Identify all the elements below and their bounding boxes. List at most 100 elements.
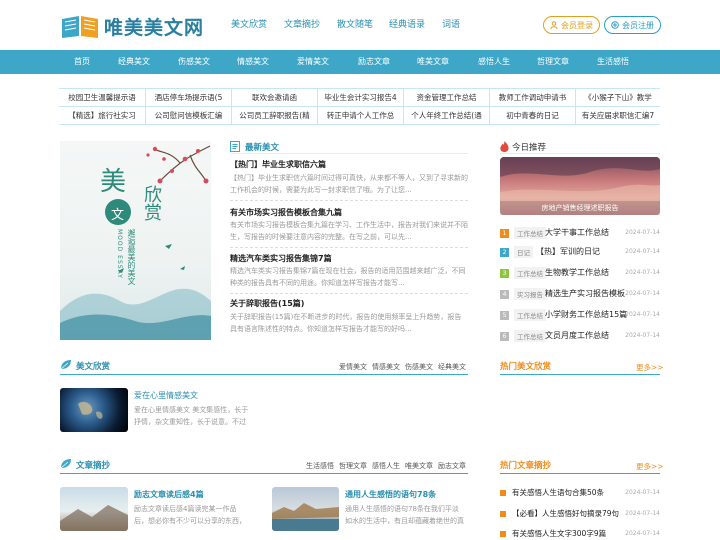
- sublink[interactable]: 经典美文: [438, 362, 466, 372]
- nav-classic[interactable]: 经典美文: [112, 50, 156, 74]
- hot-excerpt-item[interactable]: 有关感悟人生语句合集50条 2024-07-14: [500, 487, 660, 507]
- today-item[interactable]: 1 工作总结 大学干事工作总结 2024-07-14: [500, 224, 660, 244]
- login-button[interactable]: 会员登录: [543, 16, 600, 34]
- quick-link[interactable]: 有关应届求职信汇编7: [575, 107, 660, 125]
- latest-article-title[interactable]: 有关市场实习报告模板合集九篇: [230, 207, 342, 218]
- quick-link[interactable]: 毕业生会计实习报告4: [317, 89, 403, 107]
- bullet: [500, 490, 506, 496]
- today-item[interactable]: 6 工作总结 文员月度工作总结 2024-07-14: [500, 327, 660, 347]
- item-title[interactable]: 精选生产实习报告模板: [545, 288, 625, 299]
- toplink-essay[interactable]: 散文随笔: [337, 17, 373, 30]
- quick-link[interactable]: 公司员工辞职报告(精: [231, 107, 317, 125]
- item-date: 2024-07-14: [625, 311, 660, 318]
- latest-article-title[interactable]: 关于辞职报告(15篇): [230, 298, 304, 309]
- register-button[interactable]: 会员注册: [604, 16, 661, 34]
- quick-link[interactable]: 【精选】旅行社实习: [59, 107, 145, 125]
- login-label: 会员登录: [561, 20, 593, 30]
- nav-inspire[interactable]: 励志文章: [352, 50, 396, 74]
- today-image-caption[interactable]: 房地产销售经理述职报告: [500, 201, 660, 215]
- quick-link[interactable]: 初中青春的日记: [489, 107, 575, 125]
- sublink[interactable]: 情感美文: [372, 362, 400, 372]
- latest-article-title[interactable]: 精选汽车类实习报告集锦7篇: [230, 253, 332, 264]
- more-link[interactable]: 更多>>: [636, 461, 664, 472]
- bullet: [500, 531, 506, 537]
- latest-article-title[interactable]: 【热门】毕业生求职信六篇: [230, 159, 326, 170]
- latest-article-desc: 有关市场实习报告模板合集九篇在学习、工作生活中，报告对我们来说并不陌生，写报告的…: [230, 221, 468, 241]
- earth-thumbnail[interactable]: [60, 388, 128, 432]
- quick-link[interactable]: 转正申请个人工作总: [317, 107, 403, 125]
- nav-love[interactable]: 爱情美文: [291, 50, 335, 74]
- hot-excerpt-item[interactable]: 有关感悟人生文字300字9篇 2024-07-14: [500, 528, 660, 540]
- section-underline: [500, 473, 660, 474]
- excerpt-thumbnail-2[interactable]: [272, 487, 339, 531]
- hot-excerpt-item[interactable]: 【必看】人生感悟好句摘录79句 2024-07-14: [500, 508, 660, 528]
- today-item[interactable]: 2 日记 【热】军训的日记 2024-07-14: [500, 243, 660, 263]
- quick-link[interactable]: 《小猴子下山》教学: [575, 89, 660, 107]
- featured-banner-image[interactable]: 美 文 欣赏 MOOD ESSAY 邂逅最美的美文: [60, 141, 211, 340]
- today-item[interactable]: 5 工作总结 小学财务工作总结15篇 2024-07-14: [500, 306, 660, 326]
- item-tag: 实习报告: [514, 288, 546, 300]
- sublink[interactable]: 励志文章: [438, 461, 466, 471]
- divider: [500, 153, 660, 154]
- rank-number: 6: [500, 332, 509, 341]
- divider: [230, 200, 468, 201]
- divider: [230, 293, 468, 294]
- toplink-quotes[interactable]: 经典语录: [389, 17, 425, 30]
- quick-link[interactable]: 个人年终工作总结(通: [403, 107, 489, 125]
- item-date: 2024-07-14: [625, 248, 660, 255]
- item-title[interactable]: 大学干事工作总结: [545, 227, 609, 238]
- quick-link[interactable]: 校园卫生温馨提示语: [59, 89, 145, 107]
- quick-link[interactable]: 资金管理工作总结: [403, 89, 489, 107]
- toplink-excerpt[interactable]: 文章摘抄: [284, 17, 320, 30]
- today-item[interactable]: 4 实习报告 精选生产实习报告模板 2024-07-14: [500, 285, 660, 305]
- excerpt-article-desc: 励志文章读后感4篇读完某一作品后，想必你有不少可以分享的东西，是时: [134, 505, 246, 525]
- sublink[interactable]: 生活感悟: [306, 461, 334, 471]
- appreciate-article-desc: 爱在心里情感美文 美文集感性，长于抒情，杂文重知性，长于说意。不过: [134, 406, 249, 426]
- site-logo[interactable]: 唯美美文网: [60, 12, 204, 40]
- excerpt-article-title[interactable]: 通用人生感悟的语句78条: [345, 489, 436, 500]
- appreciate-article-title[interactable]: 爱在心里情感美文: [134, 390, 198, 401]
- rank-number: 3: [500, 269, 509, 278]
- quick-link[interactable]: 教师工作调动申请书: [489, 89, 575, 107]
- link-row: 校园卫生温馨提示语 酒店停车场提示语(5 联欢会邀请函 毕业生会计实习报告4 资…: [59, 89, 660, 107]
- item-tag: 日记: [514, 246, 533, 258]
- item-title[interactable]: 文员月度工作总结: [545, 330, 609, 341]
- today-section-title: 今日推荐: [512, 143, 547, 153]
- nav-sad[interactable]: 伤感美文: [172, 50, 216, 74]
- excerpt-article-desc: 通用人生感悟的语句78条在我们平淡如水的生活中，有且却蕴藏着绝世的真: [345, 505, 464, 525]
- nav-living[interactable]: 生活感悟: [591, 50, 635, 74]
- link-row: 【精选】旅行社实习 公司慰问信模板汇编 公司员工辞职报告(精 转正申请个人工作总…: [59, 107, 660, 125]
- sublink[interactable]: 唯美文章: [405, 461, 433, 471]
- sublink[interactable]: 感悟人生: [372, 461, 400, 471]
- item-title[interactable]: 生物教学工作总结: [545, 267, 609, 278]
- excerpt-article-title[interactable]: 励志文章读后感4篇: [134, 489, 204, 500]
- nav-life[interactable]: 感悟人生: [472, 50, 516, 74]
- toplink-words[interactable]: 词语: [442, 17, 460, 30]
- nav-emotion[interactable]: 情感美文: [231, 50, 275, 74]
- user-icon: [550, 21, 558, 29]
- item-title[interactable]: 小学财务工作总结15篇: [545, 309, 627, 320]
- sublink[interactable]: 爱情美文: [339, 362, 367, 372]
- item-title[interactable]: 【热】军训的日记: [536, 246, 600, 257]
- sublink[interactable]: 伤感美文: [405, 362, 433, 372]
- quick-link[interactable]: 联欢会邀请函: [231, 89, 317, 107]
- item-tag: 工作总结: [514, 267, 546, 279]
- featured-title-mei: 美: [100, 167, 127, 197]
- quick-link[interactable]: 公司慰问信模板汇编: [145, 107, 231, 125]
- nav-philosophy[interactable]: 哲理文章: [531, 50, 575, 74]
- quick-link[interactable]: 酒店停车场提示语(5: [145, 89, 231, 107]
- more-link[interactable]: 更多>>: [636, 362, 664, 373]
- site-name: 唯美美文网: [104, 16, 205, 39]
- hot-item-title[interactable]: 有关感悟人生文字300字9篇: [512, 528, 606, 539]
- hot-item-title[interactable]: 有关感悟人生语句合集50条: [512, 487, 604, 498]
- toplink-appreciate[interactable]: 美文欣赏: [231, 17, 267, 30]
- excerpt-thumbnail-1[interactable]: [60, 487, 128, 531]
- hot-item-title[interactable]: 【必看】人生感悟好句摘录79句: [512, 508, 619, 519]
- nav-home[interactable]: 首页: [60, 50, 104, 74]
- today-item[interactable]: 3 工作总结 生物教学工作总结 2024-07-14: [500, 264, 660, 284]
- featured-title-xinshang: 欣赏: [141, 185, 162, 221]
- nav-beauty[interactable]: 唯美文章: [411, 50, 455, 74]
- sublink[interactable]: 哲理文章: [339, 461, 367, 471]
- page: 唯美美文网 美文欣赏 文章摘抄 散文随笔 经典语录 词语 会员登录 会员注册 首…: [0, 0, 720, 540]
- excerpt-section-title: 文章摘抄: [76, 461, 111, 471]
